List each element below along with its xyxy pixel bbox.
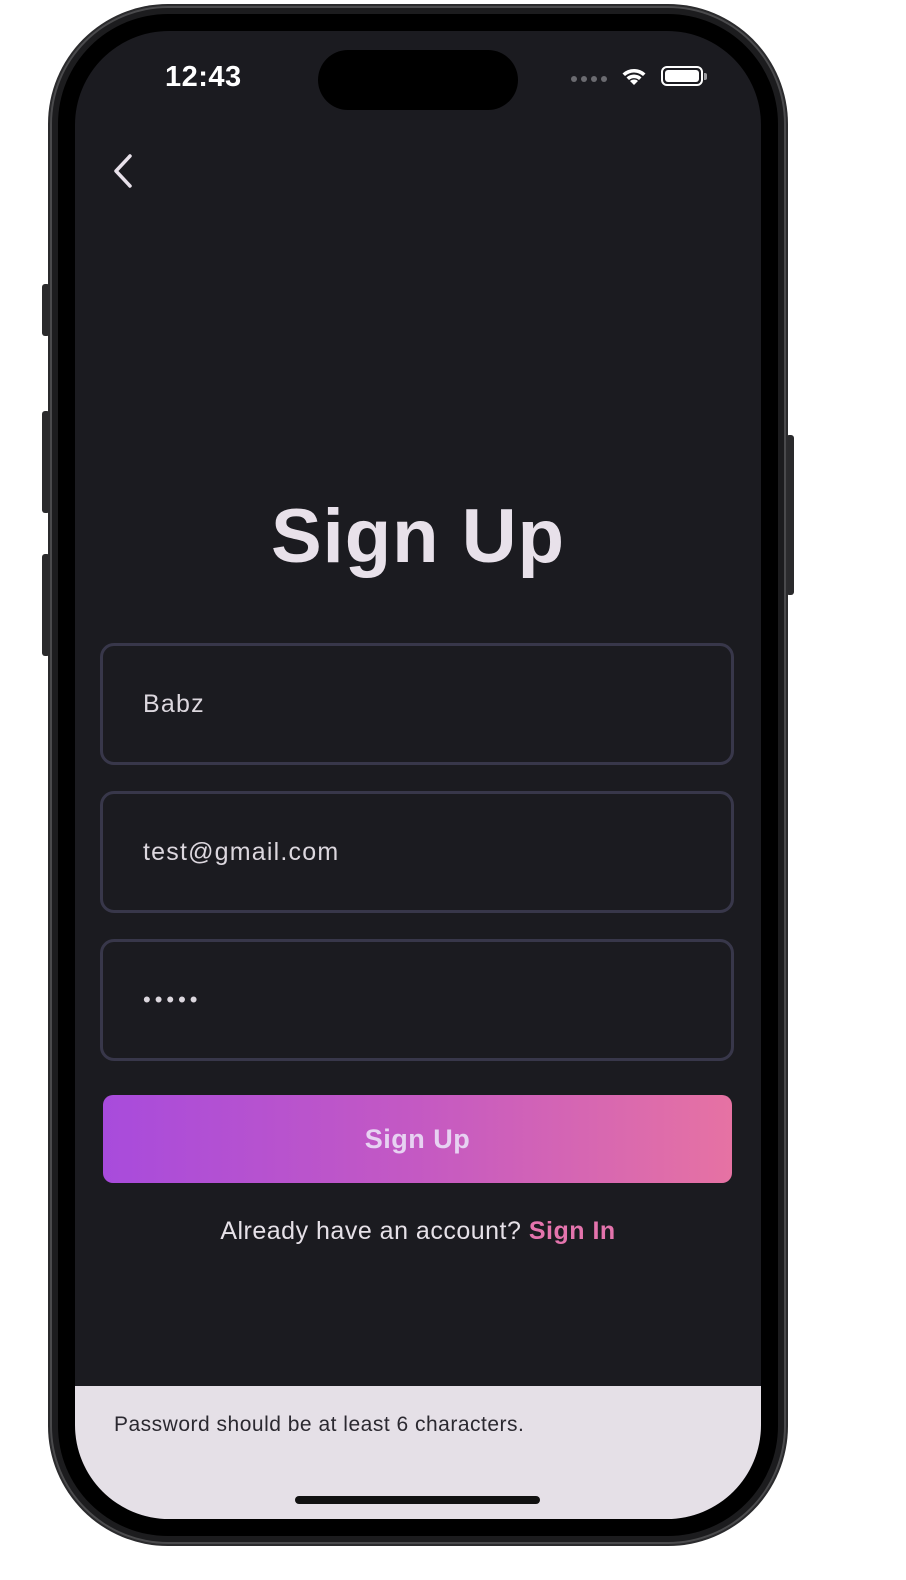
- name-field[interactable]: [100, 643, 734, 765]
- app-screen: 12:43 Sign Up Babz test@gmail.com ••••• …: [75, 31, 761, 1519]
- volume-down-button: [42, 554, 50, 656]
- password-input[interactable]: [143, 987, 731, 1013]
- power-button: [786, 435, 794, 595]
- email-field[interactable]: [100, 791, 734, 913]
- chevron-left-icon: [114, 154, 132, 188]
- status-time: 12:43: [165, 61, 242, 93]
- cellular-signal-icon: [571, 76, 607, 82]
- page-title: Sign Up: [270, 494, 566, 579]
- sign-up-button-label: Sign Up: [364, 1123, 471, 1154]
- battery-icon: [661, 66, 707, 86]
- sign-in-prompt: Already have an account? Sign In: [75, 1217, 761, 1246]
- back-button[interactable]: [103, 149, 143, 193]
- status-icons: [571, 65, 707, 87]
- email-input[interactable]: [143, 837, 731, 867]
- volume-up-button: [42, 411, 50, 513]
- wifi-icon: [622, 69, 646, 85]
- name-input[interactable]: [143, 689, 731, 719]
- device-mockup: 12:43 Sign Up Babz test@gmail.com ••••• …: [0, 0, 906, 1580]
- snackbar-message: Password should be at least 6 characters…: [114, 1413, 525, 1436]
- sign-in-prompt-text: Already have an account?: [220, 1217, 522, 1245]
- action-button: [42, 284, 50, 336]
- sign-in-link[interactable]: Sign In: [529, 1217, 616, 1245]
- dynamic-island: [318, 50, 518, 110]
- password-field[interactable]: [100, 939, 734, 1061]
- sign-up-button[interactable]: Sign Up: [103, 1095, 732, 1183]
- home-indicator[interactable]: [295, 1496, 540, 1504]
